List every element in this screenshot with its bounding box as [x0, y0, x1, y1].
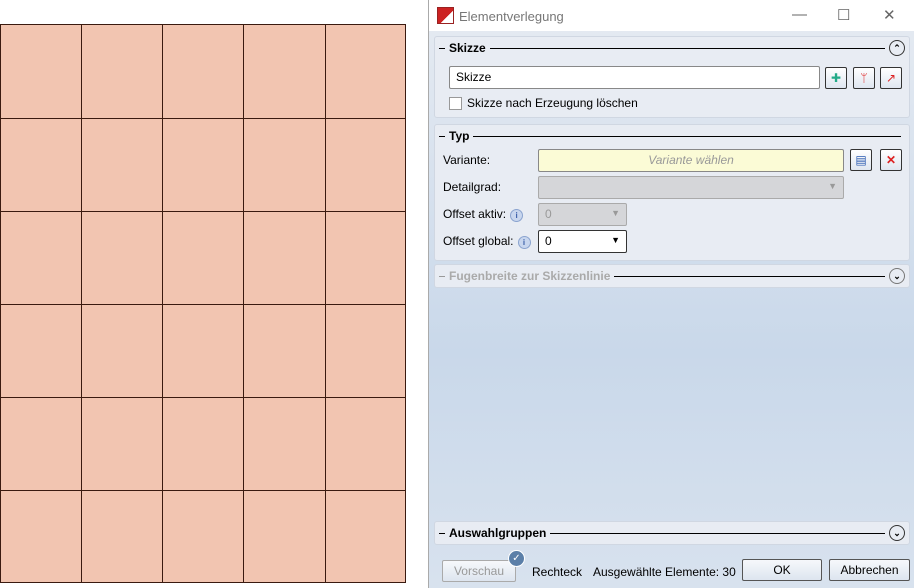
grid-line: [1, 304, 405, 305]
elementverlegung-dialog: Elementverlegung — ☐ ✕ Skizze ⌃ Skizze ✚ …: [428, 0, 914, 588]
offset-aktiv-label: Offset aktiv: i: [443, 207, 524, 222]
collapse-chevron-up-icon[interactable]: ⌃: [889, 40, 905, 56]
close-button[interactable]: ✕: [883, 6, 896, 24]
offset-aktiv-select[interactable]: 0 ▼: [538, 203, 627, 226]
skizze-input[interactable]: Skizze: [449, 66, 820, 89]
skizze-panel: Skizze ⌃ Skizze ✚ ᛘ ↗ Skizze nach Erzeugu…: [434, 36, 910, 118]
cancel-button[interactable]: Abbrechen: [829, 559, 910, 581]
auswahlgruppen-header: Auswahlgruppen: [449, 526, 547, 540]
dialog-title: Elementverlegung: [459, 9, 564, 24]
fugenbreite-header: Fugenbreite zur Skizzenlinie: [449, 269, 611, 283]
clear-variant-icon[interactable]: ✕: [880, 149, 902, 171]
ok-button[interactable]: OK: [742, 559, 822, 581]
sketch-edit-icon[interactable]: ᛘ: [853, 67, 875, 89]
typ-header: Typ: [449, 129, 470, 143]
minimize-button[interactable]: —: [792, 6, 807, 23]
fugenbreite-panel[interactable]: Fugenbreite zur Skizzenlinie ⌄: [434, 264, 910, 288]
grid-line: [1, 211, 405, 212]
grid-line: [1, 397, 405, 398]
skizze-header: Skizze: [449, 41, 486, 55]
auswahlgruppen-panel[interactable]: Auswahlgruppen ⌄: [434, 521, 910, 545]
info-icon: i: [517, 236, 531, 249]
delete-sketch-label: Skizze nach Erzeugung löschen: [467, 96, 638, 110]
selected-count: Ausgewählte Elemente: 30: [593, 565, 736, 579]
expand-chevron-down-icon[interactable]: ⌄: [889, 525, 905, 541]
expand-chevron-down-icon[interactable]: ⌄: [889, 268, 905, 284]
delete-sketch-checkbox[interactable]: [449, 96, 462, 110]
shape-label: Rechteck: [532, 565, 583, 579]
grid-line: [1, 490, 405, 491]
variante-label: Variante:: [443, 153, 491, 167]
sketch-line-icon[interactable]: ↗: [880, 67, 902, 89]
maximize-button[interactable]: ☐: [837, 6, 850, 24]
detailgrad-label: Detailgrad:: [443, 180, 502, 194]
grid-line: [1, 118, 405, 119]
check-badge-icon: ✓: [508, 550, 525, 567]
offset-global-label: Offset global: i: [443, 234, 531, 249]
tile-grid-canvas[interactable]: [0, 24, 406, 583]
offset-global-select[interactable]: 0 ▼: [538, 230, 627, 253]
vorschau-button[interactable]: Vorschau: [442, 560, 516, 582]
app-logo-icon: [437, 7, 454, 24]
sketch-create-icon[interactable]: ✚: [825, 67, 847, 89]
title-bar: Elementverlegung — ☐ ✕: [429, 0, 914, 31]
info-icon: i: [510, 209, 524, 222]
detailgrad-select[interactable]: ▼: [538, 176, 844, 199]
variante-field[interactable]: Variante wählen: [538, 149, 844, 172]
typ-panel: Typ Variante: Variante wählen ▤ ✕ Detail…: [434, 124, 910, 261]
variant-catalog-icon[interactable]: ▤: [850, 149, 872, 171]
